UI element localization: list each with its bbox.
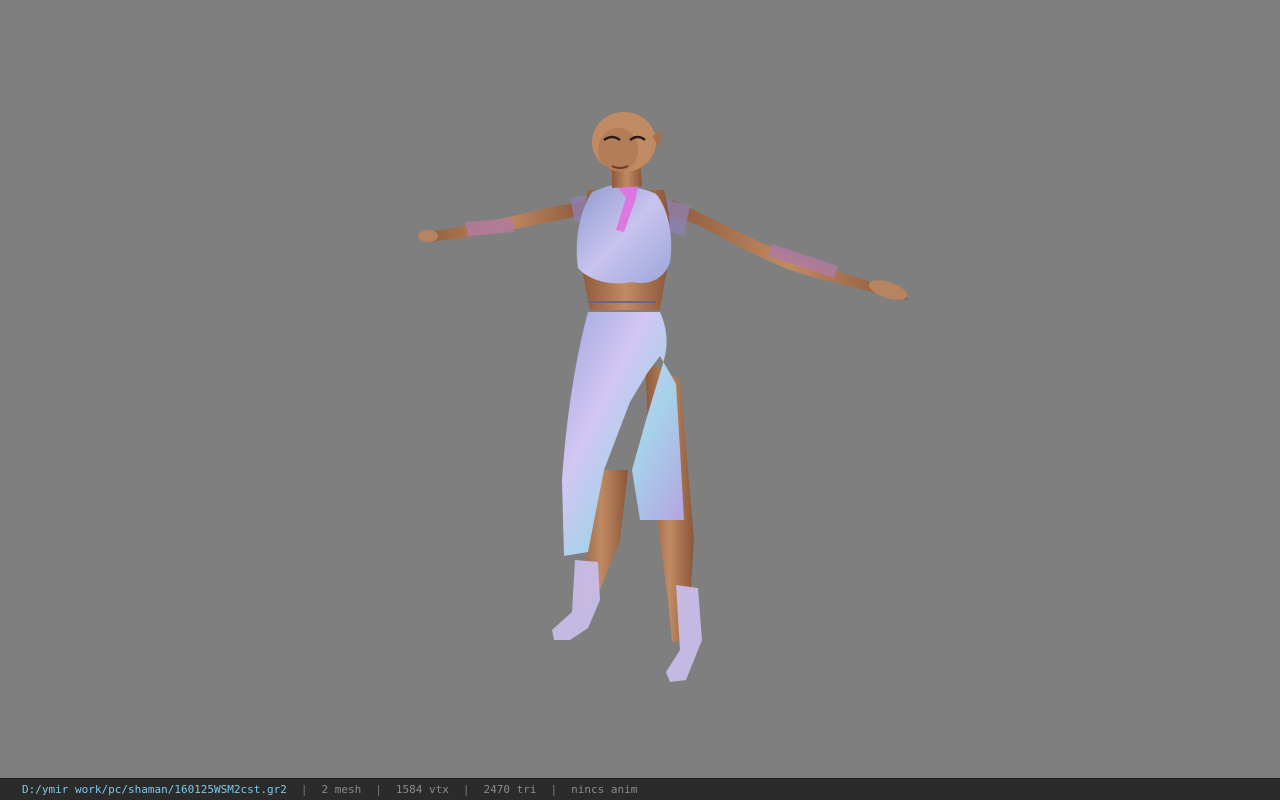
triangle-count-label: 2470 tri xyxy=(483,783,537,796)
animation-info-label: nincs anim xyxy=(571,783,638,796)
left-bracer xyxy=(465,218,514,236)
right-hand xyxy=(868,280,908,300)
skirt xyxy=(562,312,684,556)
character-model-render xyxy=(418,112,908,682)
face-shade xyxy=(598,128,638,172)
separator: | xyxy=(375,783,382,796)
model-viewport[interactable] xyxy=(0,0,1280,778)
mesh-count-label: 2 mesh xyxy=(321,783,362,796)
left-shoe xyxy=(552,560,600,640)
vertex-count-label: 1584 vtx xyxy=(395,783,449,796)
separator: | xyxy=(300,783,308,796)
separator: | xyxy=(550,783,558,796)
separator: | xyxy=(462,783,470,796)
status-bar: D:/ymir work/pc/shaman/160125WSM2cst.gr2… xyxy=(0,778,1280,800)
file-path-label: D:/ymir work/pc/shaman/160125WSM2cst.gr2 xyxy=(22,783,287,796)
character-figure xyxy=(418,112,908,682)
left-hand xyxy=(418,230,438,242)
top-garment xyxy=(576,185,672,284)
